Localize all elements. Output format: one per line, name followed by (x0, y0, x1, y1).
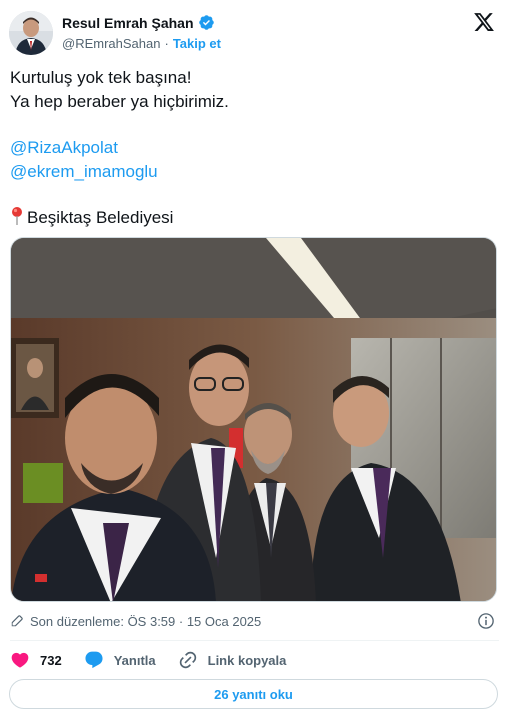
author-name-row: Resul Emrah Şahan (62, 14, 215, 31)
avatar[interactable] (9, 11, 53, 55)
mention-rizaakpolat[interactable]: @RizaAkpolat (10, 136, 500, 160)
reply-label: Yanıtla (113, 652, 156, 668)
copy-link-button[interactable]: Link kopyala (178, 650, 287, 670)
pencil-icon (11, 615, 23, 627)
location-text: Beşiktaş Belediyesi (27, 208, 174, 227)
verified-badge-icon (198, 15, 214, 30)
like-count: 732 (40, 652, 62, 668)
author-handle[interactable]: @REmrahSahan (62, 36, 160, 51)
tweet-card: Resul Emrah Şahan @REmrahSahan · Takip e… (0, 0, 509, 717)
divider (10, 640, 499, 641)
info-icon[interactable] (477, 612, 495, 630)
edited-timestamp[interactable]: Son düzenleme: ÖS 3:59 · 15 Oca 2025 (30, 614, 261, 629)
action-bar: 732 Yanıtla Link kopyala (10, 648, 308, 672)
mention-ekrem-imamoglu[interactable]: @ekrem_imamoglu (10, 160, 500, 184)
author-display-name[interactable]: Resul Emrah Şahan (62, 15, 194, 31)
pin-icon (12, 207, 22, 225)
copy-link-label: Link kopyala (207, 652, 287, 668)
tweet-text: Kurtuluş yok tek başına! Ya hep beraber … (10, 66, 500, 230)
handle-separator: · (164, 36, 169, 51)
tweet-line-2: Ya hep beraber ya hiçbirimiz. (10, 92, 229, 111)
link-icon (179, 651, 196, 669)
follow-button[interactable]: Takip et (173, 36, 221, 51)
x-logo-icon[interactable] (473, 11, 495, 33)
edit-meta-row: Son düzenleme: ÖS 3:59 · 15 Oca 2025 (10, 610, 499, 632)
heart-icon (11, 652, 29, 668)
read-replies-button[interactable]: 26 yanıtı oku (9, 679, 498, 709)
like-button[interactable]: 732 (10, 650, 62, 670)
tweet-photo[interactable] (10, 237, 497, 602)
reply-bubble-icon (85, 651, 103, 669)
author-handle-row: @REmrahSahan · Takip et (62, 36, 221, 51)
location-line: Beşiktaş Belediyesi (10, 206, 500, 230)
reply-button[interactable]: Yanıtla (84, 650, 156, 670)
tweet-line-1: Kurtuluş yok tek başına! (10, 68, 192, 87)
